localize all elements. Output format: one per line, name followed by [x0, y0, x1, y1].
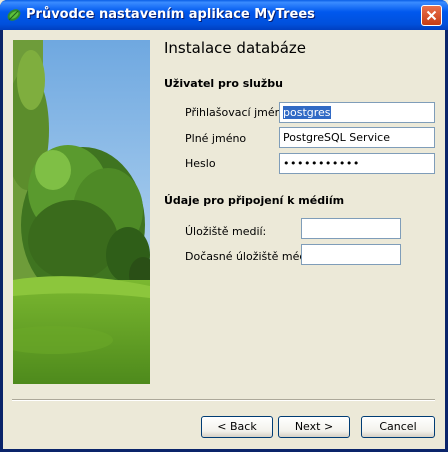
password-label: Heslo [185, 157, 216, 170]
media-storage-field[interactable] [301, 218, 401, 239]
login-name-label: Přihlašovací jméno [185, 106, 289, 119]
login-name-field[interactable]: postgres [279, 102, 435, 123]
back-button[interactable]: < Back [201, 416, 273, 438]
full-name-field[interactable]: PostgreSQL Service [279, 127, 435, 148]
cancel-button[interactable]: Cancel [361, 416, 435, 438]
tree-leaf-icon [7, 9, 21, 21]
login-name-value: postgres [283, 106, 331, 119]
window-title: Průvodce nastavením aplikace MyTrees [26, 7, 315, 22]
title-bar[interactable]: Průvodce nastavením aplikace MyTrees [0, 0, 448, 30]
section-media-title: Údaje pro připojení k médiím [164, 194, 345, 207]
wizard-client-area: Instalace databáze Uživatel pro službu P… [3, 30, 445, 449]
footer-separator [12, 399, 435, 401]
password-value: ••••••••••• [283, 157, 360, 170]
password-field[interactable]: ••••••••••• [279, 153, 435, 174]
wizard-window: Průvodce nastavením aplikace MyTrees Ins… [0, 0, 448, 452]
temp-media-storage-field[interactable] [301, 244, 401, 265]
section-service-user-title: Uživatel pro službu [164, 77, 283, 90]
next-button[interactable]: Next > [278, 416, 350, 438]
full-name-value: PostgreSQL Service [283, 131, 390, 144]
page-heading: Instalace databáze [164, 39, 307, 57]
close-button[interactable] [421, 5, 442, 26]
side-banner-image [13, 40, 150, 384]
temp-media-storage-label: Dočasné úložiště médií: [185, 250, 317, 263]
close-icon [426, 10, 437, 21]
full-name-label: Plné jméno [185, 132, 247, 145]
media-storage-label: Úložiště medií: [185, 225, 267, 238]
